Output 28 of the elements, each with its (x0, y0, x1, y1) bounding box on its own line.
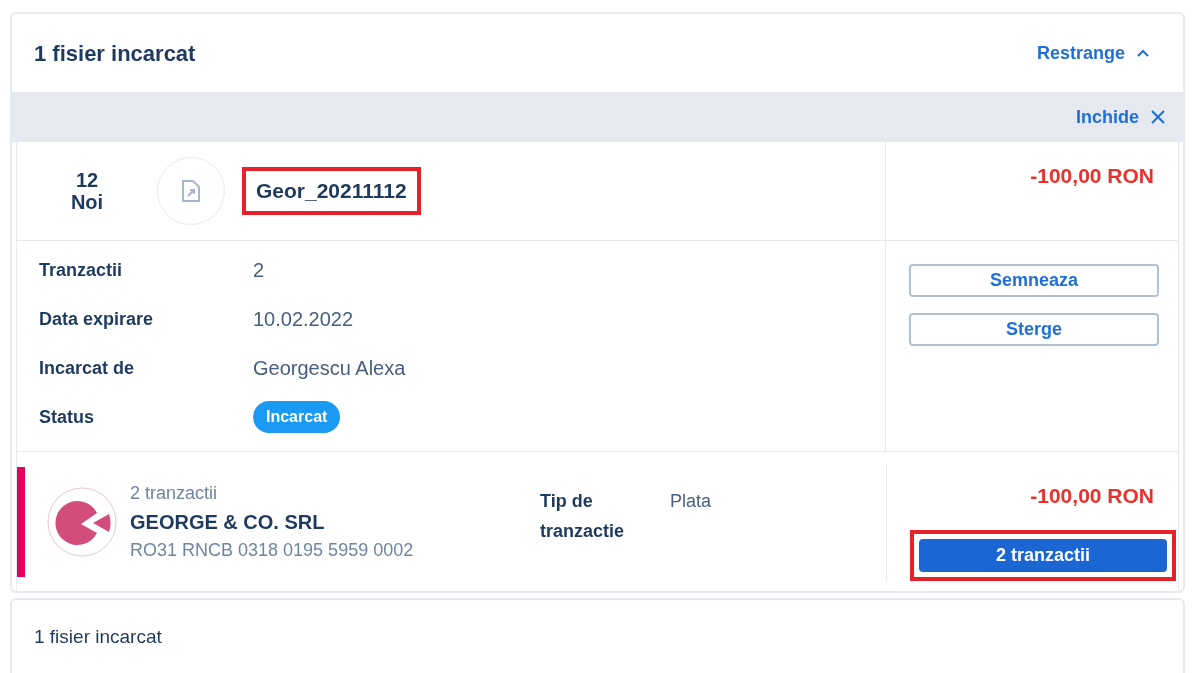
company-logo (47, 487, 117, 558)
field-value: 2 (253, 258, 265, 283)
field-label: Tip de tranzactie (540, 490, 626, 543)
date-day: 12 (75, 169, 99, 191)
footer-text: 1 fisier incarcat (34, 625, 162, 650)
transaction-count: 2 tranzactii (130, 482, 219, 506)
field-label: Data expirare (39, 307, 155, 331)
close-icon (1151, 110, 1165, 124)
iban-number: RO31 RNCB 0318 0195 5959 0002 (130, 539, 415, 563)
field-label: Incarcat de (39, 356, 136, 380)
file-icon (181, 179, 201, 203)
field-label: Tranzactii (39, 258, 124, 282)
field-value: 10.02.2022 (253, 307, 354, 332)
status-badge: Incarcat (253, 401, 341, 433)
company-name: GEORGE & CO. SRL (130, 510, 326, 536)
field-value: Georgescu Alexa (253, 356, 406, 381)
action-button[interactable]: Sterge (909, 313, 1159, 346)
file-amount: -100,00 RON (1030, 163, 1154, 189)
section-title: 1 fisier incarcat (34, 39, 196, 68)
field-value: Plata (670, 490, 712, 513)
collapse-toggle[interactable]: Restrange (1036, 39, 1161, 67)
field-label: Status (39, 405, 95, 429)
action-button[interactable]: Semneaza (909, 264, 1159, 297)
file-name-highlighted: Geor_20211112 (242, 167, 421, 215)
date-month: Noi (70, 191, 104, 213)
close-button[interactable]: Inchide (1076, 103, 1165, 131)
transaction-amount: -100,00 RON (1030, 483, 1154, 509)
transactions-button[interactable]: 2 tranzactii (919, 538, 1167, 572)
